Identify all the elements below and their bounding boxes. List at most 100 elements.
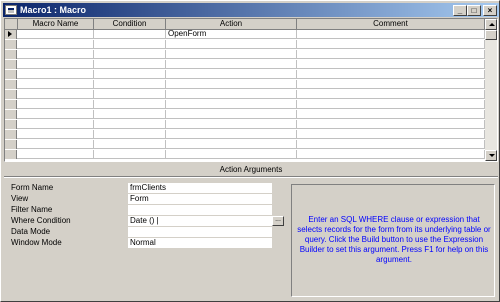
row-selector[interactable] xyxy=(5,60,17,69)
action-cell[interactable] xyxy=(166,60,297,69)
table-row[interactable] xyxy=(5,70,485,79)
comment-cell[interactable] xyxy=(297,100,485,109)
scroll-down-button[interactable] xyxy=(485,150,497,161)
comment-cell[interactable] xyxy=(297,130,485,139)
row-selector[interactable] xyxy=(5,130,17,139)
macro-name-cell[interactable] xyxy=(18,30,94,39)
macro-name-cell[interactable] xyxy=(18,130,94,139)
macro-grid[interactable]: Macro Name Condition Action Comment Open… xyxy=(4,18,498,162)
condition-cell[interactable] xyxy=(94,140,166,149)
maximize-button[interactable]: □ xyxy=(467,4,481,16)
condition-cell[interactable] xyxy=(94,150,166,159)
comment-cell[interactable] xyxy=(297,140,485,149)
macro-icon xyxy=(5,5,17,15)
build-button[interactable]: ... xyxy=(272,216,284,226)
comment-cell[interactable] xyxy=(297,30,485,39)
row-selector[interactable] xyxy=(5,140,17,149)
close-button[interactable]: × xyxy=(483,4,497,16)
action-cell[interactable] xyxy=(166,100,297,109)
action-cell[interactable] xyxy=(166,130,297,139)
macro-name-cell[interactable] xyxy=(18,100,94,109)
action-cell[interactable] xyxy=(166,70,297,79)
action-cell[interactable] xyxy=(166,120,297,129)
macro-name-cell[interactable] xyxy=(18,60,94,69)
table-row[interactable] xyxy=(5,110,485,119)
condition-cell[interactable] xyxy=(94,50,166,59)
comment-cell[interactable] xyxy=(297,50,485,59)
condition-cell[interactable] xyxy=(94,60,166,69)
table-row[interactable] xyxy=(5,60,485,69)
comment-cell[interactable] xyxy=(297,40,485,49)
condition-cell[interactable] xyxy=(94,40,166,49)
view-field[interactable]: Form xyxy=(128,194,272,204)
table-row[interactable] xyxy=(5,120,485,129)
comment-cell[interactable] xyxy=(297,90,485,99)
table-row[interactable] xyxy=(5,150,485,159)
comment-cell[interactable] xyxy=(297,70,485,79)
comment-cell[interactable] xyxy=(297,80,485,89)
table-row[interactable] xyxy=(5,140,485,149)
minimize-button[interactable]: _ xyxy=(453,4,467,16)
macro-name-cell[interactable] xyxy=(18,40,94,49)
condition-cell[interactable] xyxy=(94,100,166,109)
row-selector[interactable] xyxy=(5,50,17,59)
row-selector[interactable] xyxy=(5,100,17,109)
condition-cell[interactable] xyxy=(94,70,166,79)
condition-cell[interactable] xyxy=(94,80,166,89)
where-condition-field[interactable]: Date () | xyxy=(128,216,272,226)
macro-name-cell[interactable] xyxy=(18,80,94,89)
table-row[interactable] xyxy=(5,50,485,59)
action-cell[interactable]: OpenForm xyxy=(166,30,297,39)
action-cell[interactable] xyxy=(166,150,297,159)
table-row[interactable] xyxy=(5,90,485,99)
action-cell[interactable] xyxy=(166,40,297,49)
table-row[interactable]: OpenForm xyxy=(5,30,485,39)
macro-name-cell[interactable] xyxy=(18,110,94,119)
form-name-field[interactable]: frmClients xyxy=(128,183,272,193)
window-title: Macro1 : Macro xyxy=(20,5,87,15)
action-cell[interactable] xyxy=(166,50,297,59)
row-selector[interactable] xyxy=(5,40,17,49)
condition-cell[interactable] xyxy=(94,120,166,129)
column-header-action[interactable]: Action xyxy=(166,19,297,30)
row-selector[interactable] xyxy=(5,110,17,119)
row-selector[interactable] xyxy=(5,120,17,129)
vertical-scrollbar[interactable] xyxy=(485,19,497,161)
column-header-macro-name[interactable]: Macro Name xyxy=(18,19,94,30)
column-header-comment[interactable]: Comment xyxy=(297,19,485,30)
row-selector[interactable] xyxy=(5,150,17,159)
window-mode-field[interactable]: Normal xyxy=(128,238,272,248)
data-mode-field[interactable] xyxy=(128,227,272,237)
condition-cell[interactable] xyxy=(94,130,166,139)
macro-name-cell[interactable] xyxy=(18,90,94,99)
title-bar[interactable]: Macro1 : Macro _ □ × xyxy=(3,3,499,17)
macro-name-cell[interactable] xyxy=(18,140,94,149)
scroll-thumb[interactable] xyxy=(485,30,497,40)
row-selector[interactable] xyxy=(5,90,17,99)
condition-cell[interactable] xyxy=(94,90,166,99)
column-header-condition[interactable]: Condition xyxy=(94,19,166,30)
row-selector[interactable] xyxy=(5,70,17,79)
action-cell[interactable] xyxy=(166,90,297,99)
table-row[interactable] xyxy=(5,100,485,109)
row-selector[interactable] xyxy=(5,80,17,89)
macro-name-cell[interactable] xyxy=(18,70,94,79)
table-row[interactable] xyxy=(5,80,485,89)
action-cell[interactable] xyxy=(166,80,297,89)
table-row[interactable] xyxy=(5,40,485,49)
macro-name-cell[interactable] xyxy=(18,150,94,159)
comment-cell[interactable] xyxy=(297,110,485,119)
scroll-up-button[interactable] xyxy=(485,19,497,30)
table-row[interactable] xyxy=(5,130,485,139)
action-cell[interactable] xyxy=(166,110,297,119)
comment-cell[interactable] xyxy=(297,60,485,69)
condition-cell[interactable] xyxy=(94,30,166,39)
action-cell[interactable] xyxy=(166,140,297,149)
condition-cell[interactable] xyxy=(94,110,166,119)
row-selector[interactable] xyxy=(5,30,17,39)
filter-name-field[interactable] xyxy=(128,205,272,215)
macro-name-cell[interactable] xyxy=(18,50,94,59)
macro-name-cell[interactable] xyxy=(18,120,94,129)
comment-cell[interactable] xyxy=(297,120,485,129)
comment-cell[interactable] xyxy=(297,150,485,159)
